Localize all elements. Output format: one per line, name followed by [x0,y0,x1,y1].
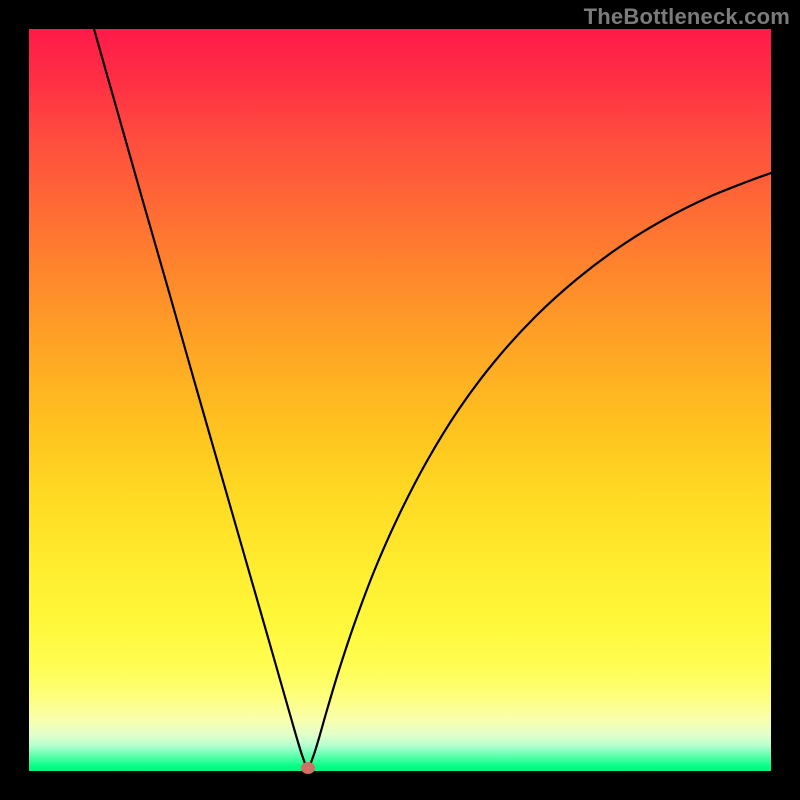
watermark-text: TheBottleneck.com [584,4,790,30]
plot-area [29,29,771,771]
bottleneck-curve [29,29,771,771]
chart-frame: TheBottleneck.com [0,0,800,800]
minimum-marker [301,762,315,774]
